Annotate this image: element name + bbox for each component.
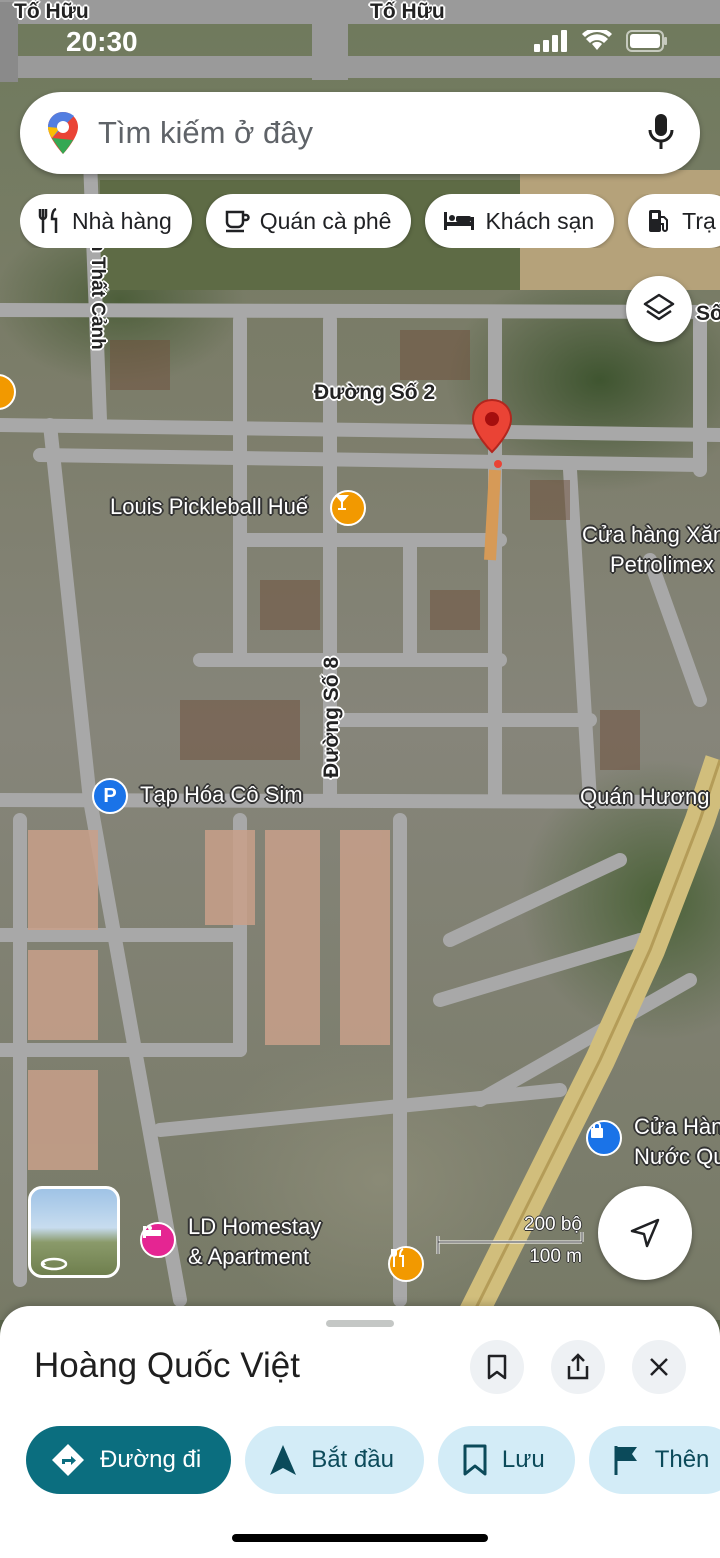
- road-label-so-right: Số: [696, 302, 720, 325]
- road-label-to-huu-right: Tố Hữu: [370, 0, 445, 23]
- road-label-duong-so-8: Đường Số 8: [320, 656, 343, 778]
- place-label-nuoc[interactable]: Nước Qu: [634, 1142, 720, 1172]
- start-label: Bắt đầu: [311, 1446, 394, 1473]
- fork-knife-icon: [38, 208, 58, 233]
- cocktail-icon[interactable]: [330, 490, 366, 526]
- start-button[interactable]: Bắt đầu: [245, 1426, 424, 1494]
- directions-button[interactable]: Đường đi: [26, 1426, 232, 1494]
- road-label-to-huu-left: Tố Hữu: [14, 0, 89, 23]
- layers-button[interactable]: [626, 276, 692, 342]
- place-title: Hoàng Quốc Việt: [34, 1346, 300, 1385]
- coffee-cup-icon: [225, 210, 250, 233]
- place-label-quan-huong[interactable]: Quán Hương: [580, 782, 709, 812]
- directions-label: Đường đi: [100, 1446, 202, 1473]
- location-pin-icon[interactable]: [470, 398, 514, 470]
- place-label-pickleball[interactable]: Louis Pickleball Huế: [110, 492, 308, 522]
- navigation-arrow-outline-icon: [630, 1218, 660, 1248]
- chip-hotels[interactable]: Khách sạn: [425, 194, 615, 248]
- parking-icon[interactable]: P: [92, 778, 128, 814]
- place-label-petrolimex[interactable]: Petrolimex: [610, 550, 714, 580]
- directions-icon: [52, 1444, 84, 1476]
- category-chips: Nhà hàng Quán cà phê Khách sạn Trạ: [20, 194, 720, 248]
- battery-icon: [626, 30, 667, 52]
- hotel-icon[interactable]: [140, 1222, 176, 1258]
- navigation-arrow-icon: [270, 1445, 297, 1475]
- chip-label: Trạ: [682, 207, 716, 234]
- road-label-that-canh: n Thất Cảnh: [87, 240, 108, 350]
- microphone-icon[interactable]: [648, 112, 674, 152]
- place-sheet: Hoàng Quốc Việt Đường đi Bắt đầu Lưu Thê…: [0, 1306, 720, 1558]
- layers-icon: [643, 293, 675, 321]
- share-button[interactable]: [551, 1340, 605, 1394]
- status-icons: [534, 30, 668, 52]
- place-label-tap-hoa[interactable]: Tạp Hóa Cô Sim: [140, 780, 303, 810]
- add-label: Thên: [654, 1446, 710, 1473]
- home-indicator: [232, 1534, 488, 1542]
- wifi-icon: [582, 30, 612, 50]
- place-label-cua-hang-xang[interactable]: Cửa hàng Xăn: [582, 520, 720, 550]
- road-label-duong-so-2: Đường Số 2: [314, 381, 436, 404]
- chip-label: Khách sạn: [485, 207, 595, 234]
- close-icon: [650, 1358, 668, 1376]
- shopping-bag-icon[interactable]: [586, 1120, 622, 1156]
- bookmark-icon: [487, 1354, 507, 1380]
- search-bar[interactable]: Tìm kiếm ở đây: [20, 92, 700, 174]
- save-button[interactable]: Lưu: [437, 1426, 575, 1494]
- place-label-homestay[interactable]: LD Homestay: [188, 1212, 321, 1242]
- maps-pin-logo-icon: [48, 112, 78, 154]
- status-time: 20:30: [66, 26, 138, 57]
- signal-icon: [534, 30, 567, 52]
- bed-icon: [444, 212, 475, 230]
- drag-handle[interactable]: [326, 1320, 394, 1327]
- street-view-thumbnail[interactable]: [28, 1186, 120, 1278]
- bookmark-icon: [463, 1444, 487, 1476]
- save-icon-button[interactable]: [470, 1340, 524, 1394]
- place-label-cua-hang-nuoc[interactable]: Cửa Hàn: [634, 1112, 720, 1142]
- my-location-button[interactable]: [598, 1186, 692, 1280]
- save-label: Lưu: [501, 1446, 545, 1473]
- chip-label: Nhà hàng: [72, 207, 172, 234]
- chip-gas[interactable]: Trạ: [628, 194, 720, 248]
- restaurant-icon[interactable]: [388, 1246, 424, 1282]
- map-scale: 200 bộ 100 m: [436, 1214, 586, 1270]
- close-button[interactable]: [632, 1340, 686, 1394]
- chip-label: Quán cà phê: [259, 207, 392, 234]
- flag-icon: [614, 1446, 637, 1475]
- add-label-button[interactable]: Thên: [588, 1426, 720, 1494]
- gas-station-icon: [649, 210, 669, 232]
- place-label-apartment[interactable]: & Apartment: [188, 1242, 309, 1272]
- search-placeholder[interactable]: Tìm kiếm ở đây: [98, 115, 313, 151]
- rotate-360-icon: [40, 1257, 68, 1271]
- chip-restaurants[interactable]: Nhà hàng: [20, 194, 192, 248]
- chip-cafes[interactable]: Quán cà phê: [205, 194, 412, 248]
- action-buttons: Đường đi Bắt đầu Lưu Thên: [26, 1426, 720, 1494]
- share-icon: [567, 1353, 589, 1380]
